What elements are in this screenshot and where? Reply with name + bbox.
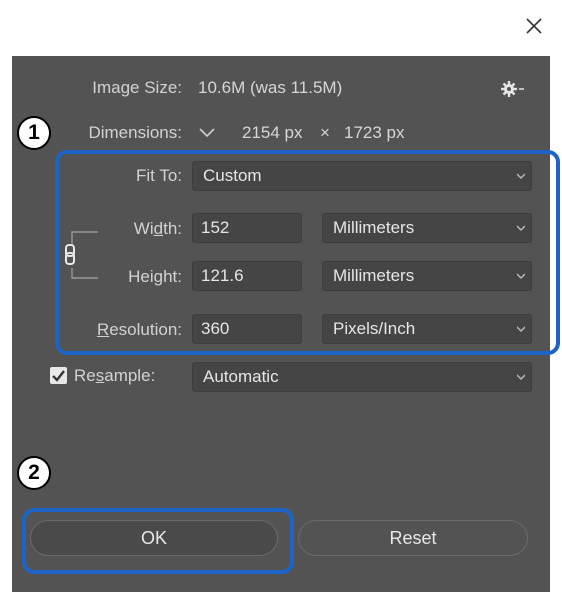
chevron-down-icon (517, 374, 525, 380)
checkmark-icon (52, 370, 65, 382)
close-icon (526, 18, 542, 34)
resample-label: Resample: (74, 366, 156, 385)
close-button[interactable] (520, 12, 548, 40)
dimensions-callout-highlight (55, 150, 560, 355)
image-size-label: Image Size: (92, 78, 182, 97)
resample-method-value: Automatic (203, 367, 279, 386)
image-size-value: 10.6M (was 11.5M) (198, 78, 343, 97)
chevron-down-icon (199, 128, 215, 138)
ok-callout-highlight (22, 508, 294, 574)
reset-button[interactable]: Reset (298, 520, 528, 556)
dimensions-dropdown[interactable] (198, 123, 220, 143)
resample-checkbox[interactable] (50, 367, 67, 384)
gear-icon (501, 81, 524, 97)
dimensions-width: 2154 px (242, 123, 303, 142)
dimensions-height: 1723 px (344, 123, 405, 142)
dimensions-times: × (320, 123, 330, 142)
resample-method-select[interactable]: Automatic (192, 362, 532, 392)
title-bar (0, 0, 562, 55)
settings-gear-button[interactable] (500, 78, 526, 100)
reset-button-label: Reset (389, 527, 437, 548)
callout-number-2: 2 (17, 456, 51, 490)
callout-number-1: 1 (17, 116, 51, 150)
dimensions-label: Dimensions: (88, 123, 182, 142)
